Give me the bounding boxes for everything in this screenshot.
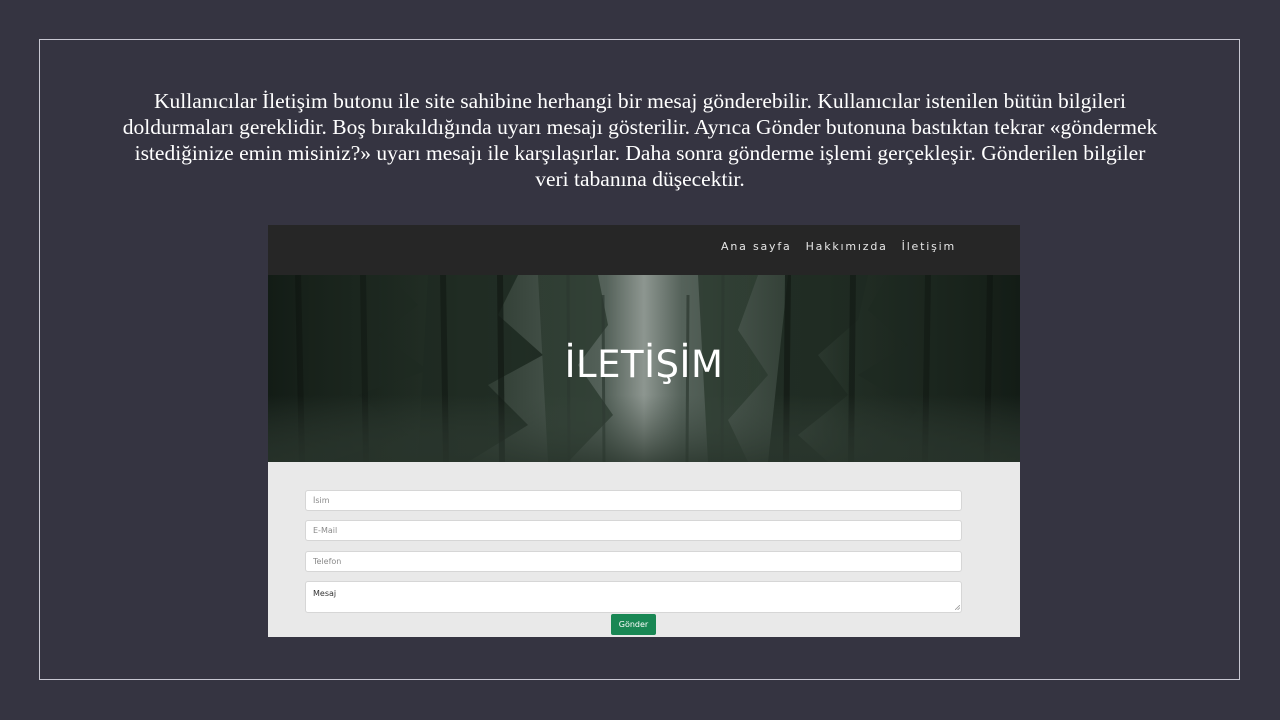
nav-links: Ana sayfa Hakkımızda İletişim (721, 240, 956, 253)
resize-grip-icon[interactable] (955, 605, 960, 610)
nav-link-home[interactable]: Ana sayfa (721, 240, 792, 253)
nav-link-contact[interactable]: İletişim (902, 240, 956, 253)
navbar: Ana sayfa Hakkımızda İletişim (268, 225, 1020, 275)
hero-banner: İLETİŞİM (268, 275, 1020, 462)
nav-link-about[interactable]: Hakkımızda (806, 240, 888, 253)
message-textarea[interactable] (305, 581, 962, 613)
name-input[interactable] (305, 490, 962, 511)
website-screenshot: Ana sayfa Hakkımızda İletişim İLETİŞİM İ… (268, 225, 1020, 637)
email-input[interactable] (305, 520, 962, 541)
hero-title: İLETİŞİM (564, 343, 724, 386)
slide-description: Kullanıcılar İletişim butonu ile site sa… (122, 89, 1158, 191)
submit-button[interactable]: Gönder (611, 614, 656, 635)
phone-input[interactable] (305, 551, 962, 572)
